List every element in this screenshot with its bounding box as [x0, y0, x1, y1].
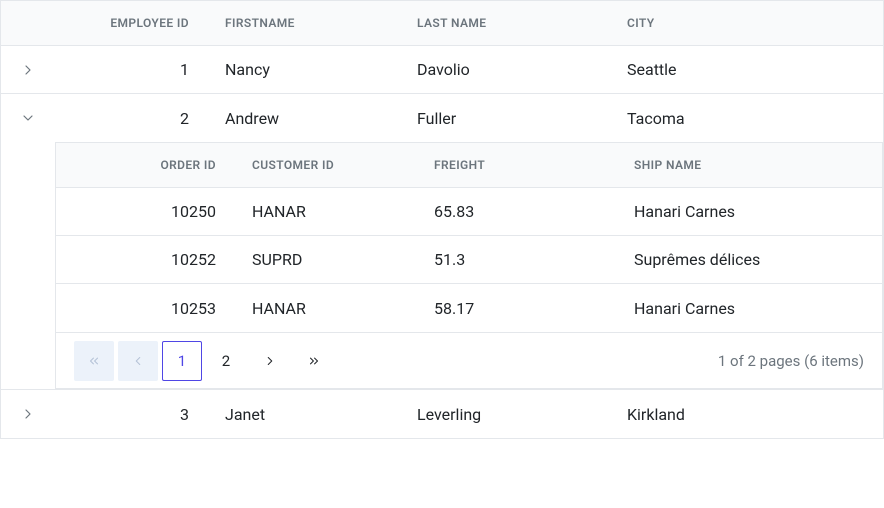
expand-toggle[interactable]: [1, 406, 55, 422]
detail-grid: Order ID Customer ID Freight Ship Name 1…: [55, 142, 883, 389]
pager-info-text: 1 of 2 pages (6 items): [718, 352, 864, 370]
chevron-left-icon: [131, 354, 145, 368]
chevron-right-icon: [20, 406, 36, 422]
cell-freight: 51.3: [434, 250, 634, 269]
cell-city: Tacoma: [627, 109, 883, 128]
col-header-employee-id[interactable]: Employee ID: [55, 16, 207, 30]
chevrons-left-icon: [87, 354, 101, 368]
chevrons-right-icon: [307, 354, 321, 368]
col-header-city[interactable]: City: [627, 16, 883, 30]
cell-order-id: 10250: [114, 202, 234, 221]
cell-order-id: 10252: [114, 250, 234, 269]
expand-toggle[interactable]: [1, 62, 55, 78]
cell-first-name: Janet: [207, 405, 417, 424]
pager: 1 2 1 of 2 pages (6 items): [56, 332, 882, 388]
cell-freight: 58.17: [434, 299, 634, 318]
grid-header-row: Employee ID Firstname Last Name City: [1, 0, 883, 46]
cell-ship-name: Hanari Carnes: [634, 202, 882, 221]
chevron-down-icon: [20, 110, 36, 126]
cell-first-name: Nancy: [207, 60, 417, 79]
cell-first-name: Andrew: [207, 109, 417, 128]
pager-next-button[interactable]: [250, 341, 290, 381]
cell-customer-id: SUPRD: [234, 250, 434, 269]
data-grid: Employee ID Firstname Last Name City 1 N…: [0, 0, 884, 439]
col-header-first-name[interactable]: Firstname: [207, 16, 417, 30]
col-header-customer-id[interactable]: Customer ID: [234, 158, 434, 172]
detail-row: 10252 SUPRD 51.3 Suprêmes délices: [56, 236, 882, 284]
cell-order-id: 10253: [114, 299, 234, 318]
table-row: 3 Janet Leverling Kirkland: [1, 390, 883, 438]
table-row: 2 Andrew Fuller Tacoma: [1, 94, 883, 142]
detail-panel: Order ID Customer ID Freight Ship Name 1…: [1, 142, 883, 390]
cell-last-name: Fuller: [417, 109, 627, 128]
detail-row: 10253 HANAR 58.17 Hanari Carnes: [56, 284, 882, 332]
col-header-ship-name[interactable]: Ship Name: [634, 158, 882, 172]
cell-last-name: Leverling: [417, 405, 627, 424]
cell-city: Kirkland: [627, 405, 883, 424]
cell-customer-id: HANAR: [234, 299, 434, 318]
detail-header-row: Order ID Customer ID Freight Ship Name: [56, 142, 882, 188]
detail-row: 10250 HANAR 65.83 Hanari Carnes: [56, 188, 882, 236]
pager-last-button[interactable]: [294, 341, 334, 381]
col-header-last-name[interactable]: Last Name: [417, 16, 627, 30]
pager-prev-button[interactable]: [118, 341, 158, 381]
cell-employee-id: 2: [55, 109, 207, 128]
expand-toggle[interactable]: [1, 110, 55, 126]
pager-buttons: 1 2: [74, 341, 338, 381]
cell-employee-id: 3: [55, 405, 207, 424]
cell-customer-id: HANAR: [234, 202, 434, 221]
pager-page-button[interactable]: 2: [206, 341, 246, 381]
pager-page-button[interactable]: 1: [162, 341, 202, 381]
cell-ship-name: Suprêmes délices: [634, 250, 882, 269]
chevron-right-icon: [20, 62, 36, 78]
table-row: 1 Nancy Davolio Seattle: [1, 46, 883, 94]
cell-ship-name: Hanari Carnes: [634, 299, 882, 318]
col-header-order-id[interactable]: Order ID: [114, 158, 234, 172]
cell-last-name: Davolio: [417, 60, 627, 79]
pager-first-button[interactable]: [74, 341, 114, 381]
cell-freight: 65.83: [434, 202, 634, 221]
col-header-freight[interactable]: Freight: [434, 158, 634, 172]
chevron-right-icon: [263, 354, 277, 368]
cell-employee-id: 1: [55, 60, 207, 79]
cell-city: Seattle: [627, 60, 883, 79]
